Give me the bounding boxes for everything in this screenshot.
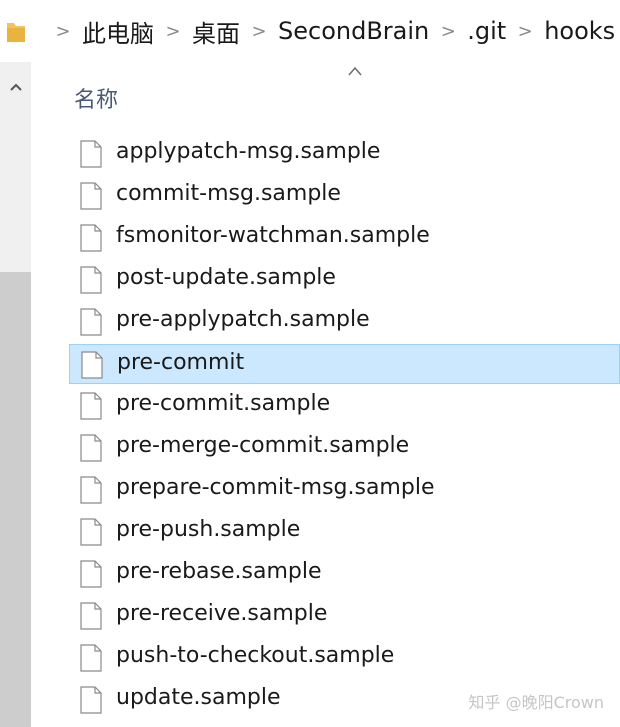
file-icon [80,644,102,672]
file-icon [80,686,102,714]
file-name: pre-commit [117,350,245,375]
folder-icon [7,23,25,42]
file-icon [80,140,102,168]
column-header-name[interactable]: 名称 [74,82,118,114]
file-name: pre-applypatch.sample [116,307,370,332]
file-icon [81,351,103,379]
breadcrumb-item[interactable]: hooks [544,17,615,45]
file-row[interactable]: fsmonitor-watchman.sample [69,218,620,258]
file-row[interactable]: push-to-checkout.sample [69,638,620,678]
sort-ascending-icon [348,66,362,76]
scroll-thumb[interactable] [0,272,31,727]
breadcrumb-item[interactable]: .git [467,17,506,45]
file-name: post-update.sample [116,265,336,290]
file-name: pre-commit.sample [116,391,331,416]
file-name: prepare-commit-msg.sample [116,475,435,500]
watermark: 知乎 @晚阳Crown [468,693,604,712]
file-icon [80,476,102,504]
file-icon [80,308,102,336]
file-row[interactable]: pre-rebase.sample [69,554,620,594]
breadcrumb-item[interactable]: SecondBrain [278,17,429,45]
file-row[interactable]: pre-receive.sample [69,596,620,636]
file-row[interactable]: pre-applypatch.sample [69,302,620,342]
file-name: pre-merge-commit.sample [116,433,410,458]
file-row[interactable]: applypatch-msg.sample [69,134,620,174]
file-name: pre-push.sample [116,517,301,542]
file-icon [80,182,102,210]
file-icon [80,392,102,420]
file-name: commit-msg.sample [116,181,341,206]
file-name: fsmonitor-watchman.sample [116,223,430,248]
file-name: pre-rebase.sample [116,559,322,584]
address-bar[interactable]: > 此电脑 > 桌面 > SecondBrain > .git > hooks [0,0,620,63]
chevron-right-icon[interactable]: > [52,21,74,42]
chevron-right-icon[interactable]: > [437,21,459,42]
chevron-up-icon [9,83,22,91]
file-icon [80,266,102,294]
breadcrumb-item[interactable]: 桌面 [192,14,240,49]
file-icon [80,602,102,630]
file-name: pre-receive.sample [116,601,328,626]
vertical-scrollbar[interactable] [0,62,31,727]
file-row[interactable]: pre-commit [69,344,620,384]
chevron-right-icon[interactable]: > [162,21,184,42]
file-row[interactable]: pre-push.sample [69,512,620,552]
file-icon [80,518,102,546]
file-icon [80,224,102,252]
file-row[interactable]: pre-merge-commit.sample [69,428,620,468]
file-row[interactable]: post-update.sample [69,260,620,300]
file-icon [80,560,102,588]
breadcrumb-item[interactable]: 此电脑 [82,14,154,49]
file-name: update.sample [116,685,281,710]
scroll-up-button[interactable] [0,62,31,112]
file-name: applypatch-msg.sample [116,139,381,164]
chevron-right-icon[interactable]: > [514,21,536,42]
file-row[interactable]: commit-msg.sample [69,176,620,216]
file-row[interactable]: pre-commit.sample [69,386,620,426]
breadcrumb: > 此电脑 > 桌面 > SecondBrain > .git > hooks [44,0,615,62]
file-name: push-to-checkout.sample [116,643,395,668]
file-list-pane: 名称 applypatch-msg.sample commit-msg.sampl… [31,62,620,727]
file-icon [80,434,102,462]
chevron-right-icon[interactable]: > [248,21,270,42]
file-row[interactable]: prepare-commit-msg.sample [69,470,620,510]
